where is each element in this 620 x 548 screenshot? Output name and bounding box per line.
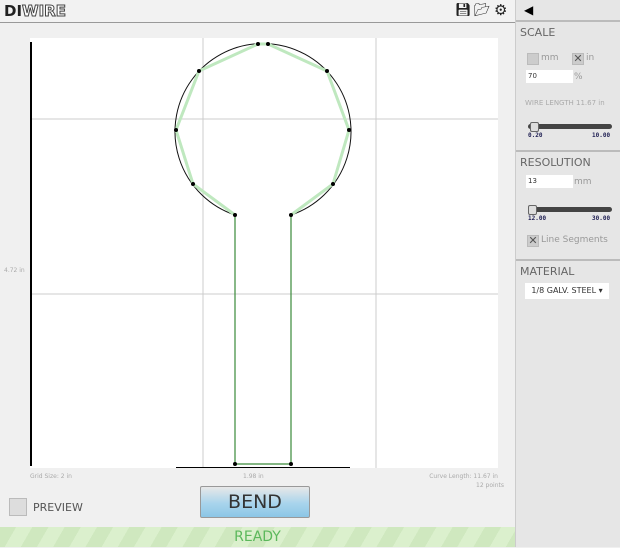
top-bar: DIWIRE 💾︎ 📂︎ ⚙ <box>0 0 515 23</box>
slider-handle[interactable] <box>530 122 539 132</box>
slider-max: 10.00 <box>592 132 611 139</box>
material-select[interactable]: 1/8 GALV. STEEL ▾ <box>525 283 609 299</box>
percent-label: % <box>574 72 583 82</box>
mm-label: mm <box>541 53 559 63</box>
slider-max: 30.00 <box>592 215 611 222</box>
slider-min: 12.00 <box>528 215 547 222</box>
scale-slider[interactable] <box>528 122 612 132</box>
resolution-section: RESOLUTION 13 mm 12.00 30.00 ✕ Line Segm… <box>516 150 620 260</box>
curve-length-label: Curve Length: 11.67 in <box>429 473 498 480</box>
status-bar: READY <box>0 527 515 547</box>
points-count-label: 12 points <box>476 482 504 489</box>
scale-section: SCALE mm ✕ in 70 % WIRE LENGTH 11.67 in … <box>516 20 620 150</box>
sidebar: ◀ SCALE mm ✕ in 70 % WIRE LENGTH 11.67 i… <box>515 0 620 547</box>
in-label: in <box>586 53 595 63</box>
material-title: MATERIAL <box>520 265 575 278</box>
resolution-unit: mm <box>574 177 592 187</box>
material-value: 1/8 GALV. STEEL <box>531 286 597 295</box>
drawing-canvas[interactable] <box>30 38 498 469</box>
segment-preview <box>174 42 351 217</box>
resolution-title: RESOLUTION <box>520 156 591 169</box>
grid-size-label: Grid Size: 2 in <box>30 473 72 480</box>
height-label: 4.72 in <box>4 267 25 274</box>
slider-handle[interactable] <box>528 205 537 215</box>
bend-points <box>174 42 351 466</box>
preview-checkbox[interactable] <box>9 498 27 516</box>
mm-checkbox[interactable] <box>527 53 539 65</box>
scale-percent-input[interactable]: 70 <box>526 70 573 83</box>
stem-path <box>234 215 292 465</box>
scale-title: SCALE <box>520 26 556 39</box>
folder-open-icon[interactable]: 📂︎ <box>474 3 491 18</box>
collapse-arrow-icon[interactable]: ◀ <box>524 3 533 17</box>
wire-drawing <box>30 38 498 469</box>
diwire-logo: DIWIRE <box>4 2 66 21</box>
material-section: MATERIAL 1/8 GALV. STEEL ▾ <box>516 259 620 311</box>
gear-icon[interactable]: ⚙ <box>494 1 507 19</box>
slider-min: 0.20 <box>528 132 543 139</box>
preview-label: PREVIEW <box>33 501 83 514</box>
line-segments-checkbox[interactable]: ✕ <box>527 235 539 247</box>
resolution-slider[interactable] <box>528 205 612 215</box>
save-icon[interactable]: 💾︎ <box>455 3 472 18</box>
line-segments-label: Line Segments <box>541 235 608 245</box>
in-checkbox[interactable]: ✕ <box>572 53 584 65</box>
bend-button[interactable]: BEND <box>200 486 310 518</box>
resolution-input[interactable]: 13 <box>526 175 573 188</box>
width-label: 1.98 in <box>243 473 264 480</box>
wire-length-label: WIRE LENGTH 11.67 in <box>525 99 605 107</box>
